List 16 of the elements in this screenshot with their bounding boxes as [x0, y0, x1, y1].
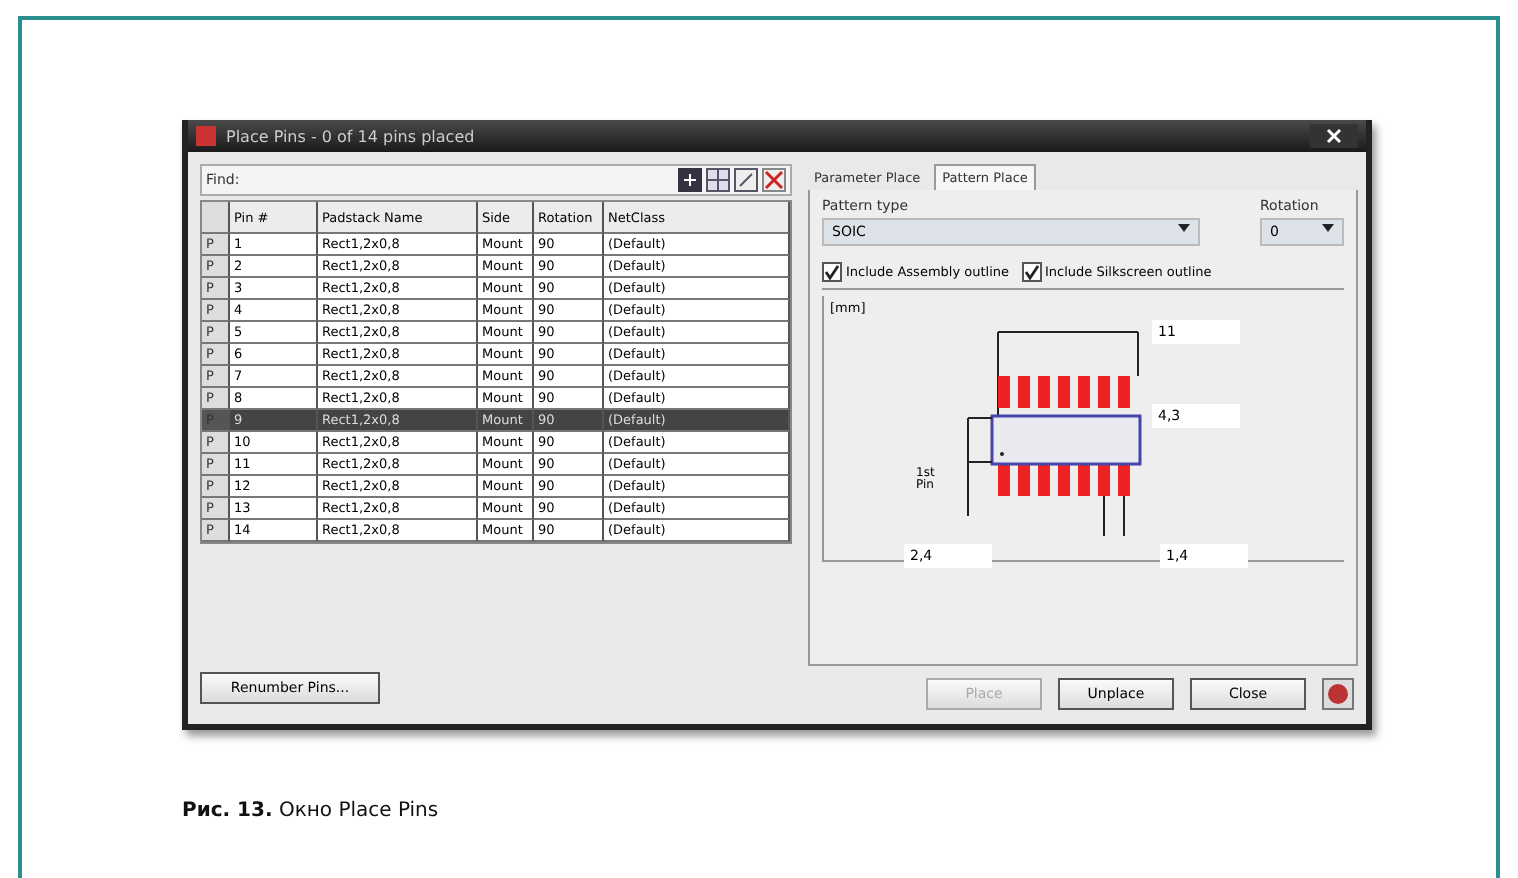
column-header[interactable]	[202, 202, 230, 234]
caret-icon	[1322, 224, 1334, 232]
figure-caption: Рис. 13. Окно Place Pins	[182, 800, 441, 822]
app-icon	[196, 126, 216, 146]
checkmark-icon	[824, 264, 840, 280]
checkbox[interactable]	[822, 262, 842, 282]
checkmark-icon	[1023, 264, 1039, 280]
close-button[interactable]	[1310, 124, 1358, 148]
edit-icon[interactable]	[734, 168, 758, 192]
close-icon	[1326, 128, 1342, 144]
grid-icon[interactable]	[706, 168, 730, 192]
checkbox[interactable]	[1021, 262, 1041, 282]
add-icon[interactable]	[678, 168, 702, 192]
caret-icon	[1178, 224, 1190, 232]
delete-icon[interactable]	[762, 168, 786, 192]
window-title: Place Pins - 0 of 14 pins placed	[226, 127, 477, 145]
